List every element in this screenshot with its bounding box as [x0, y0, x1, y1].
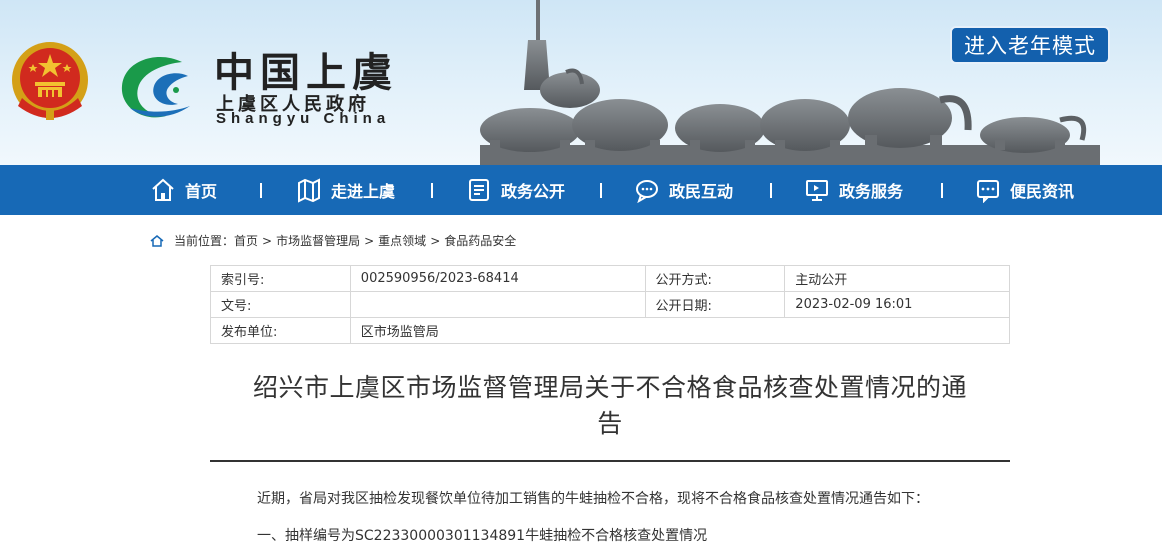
document-info-table: 索引号: 002590956/2023-68414 公开方式: 主动公开 文号:…: [210, 265, 1011, 344]
home-icon: [152, 178, 174, 201]
info-label-publish-date: 公开日期:: [644, 291, 786, 318]
nav-item-label: 政务服务: [839, 182, 904, 201]
nav-item-label: 走进上虞: [331, 182, 396, 201]
table-row: 文号: 公开日期: 2023-02-09 16:01: [210, 291, 1010, 318]
brand-english: Shangyu China: [216, 110, 391, 127]
breadcrumb-separator: >: [430, 233, 441, 248]
home-icon: [150, 234, 164, 247]
info-label-issuer: 发布单位:: [210, 317, 351, 344]
breadcrumb: 当前位置： 首页 > 市场监督管理局 > 重点领域 > 食品药品安全: [150, 232, 516, 249]
title-divider: [210, 460, 1010, 462]
nav-item-interaction[interactable]: 政民互动: [634, 165, 733, 215]
article-paragraph: 近期，省局对我区抽检发现餐饮单位待加工销售的牛蛙抽检不合格，现将不合格食品核查处…: [257, 491, 929, 507]
nav-item-label: 政务公开: [501, 182, 566, 201]
nav-item-convenience-info[interactable]: 便民资讯: [975, 165, 1074, 215]
info-value-publish-date: 2023-02-09 16:01: [784, 291, 1010, 318]
nav-item-home[interactable]: 首页: [150, 165, 217, 215]
header-banner: 中国上虞 上虞区人民政府 Shangyu China 进入老年模式: [0, 0, 1162, 165]
message-dots-icon: [977, 180, 999, 203]
map-icon: [298, 178, 320, 203]
main-nav: 首页 走进上虞 政务公开 政民互动 政务服务 便民资讯: [0, 165, 1162, 215]
nav-item-label: 政民互动: [669, 182, 734, 201]
nav-divider: [600, 183, 602, 198]
monitor-icon: [806, 180, 828, 201]
breadcrumb-prefix: 当前位置：: [174, 234, 235, 248]
national-emblem-icon: [12, 42, 88, 120]
breadcrumb-link-home[interactable]: 首页: [234, 232, 258, 249]
table-row: 发布单位: 区市场监管局: [210, 317, 1011, 344]
nav-item-about[interactable]: 走进上虞: [296, 165, 395, 215]
breadcrumb-separator: >: [262, 233, 273, 248]
breadcrumb-link-bureau[interactable]: 市场监督管理局: [276, 232, 360, 249]
info-value-index: 002590956/2023-68414: [349, 265, 646, 292]
breadcrumb-link-food-drug-safety[interactable]: 食品药品安全: [444, 232, 516, 249]
nav-divider: [431, 183, 433, 198]
nav-item-label: 便民资讯: [1010, 182, 1075, 201]
breadcrumb-link-key-areas[interactable]: 重点领域: [378, 232, 426, 249]
chat-bubble-icon: [636, 180, 658, 203]
elder-mode-button[interactable]: 进入老年模式: [950, 26, 1110, 64]
info-value-doc-number: [349, 291, 646, 318]
table-row: 索引号: 002590956/2023-68414 公开方式: 主动公开: [210, 265, 1010, 292]
nav-item-label: 首页: [185, 182, 218, 201]
shangyu-logo-icon: [121, 56, 190, 118]
nav-divider: [941, 183, 943, 198]
article-paragraph: 一、抽样编号为SC22330000301134891牛蛙抽检不合格核查处置情况: [257, 528, 708, 544]
nav-divider: [260, 183, 262, 198]
info-label-doc-number: 文号:: [210, 291, 351, 318]
article-title: 绍兴市上虞区市场监督管理局关于不合格食品核查处置情况的通 告: [230, 370, 990, 442]
article-title-line: 绍兴市上虞区市场监督管理局关于不合格食品核查处置情况的通: [252, 373, 967, 402]
article-title-line: 告: [597, 409, 623, 438]
info-label-index: 索引号:: [210, 265, 351, 292]
elephant-sculpture-image: [480, 0, 1100, 165]
nav-item-open-government[interactable]: 政务公开: [466, 165, 565, 215]
document-list-icon: [469, 179, 489, 201]
info-label-disclosure-method: 公开方式:: [644, 265, 786, 292]
info-value-disclosure-method: 主动公开: [784, 265, 1010, 292]
info-value-issuer: 区市场监管局: [349, 317, 1011, 344]
breadcrumb-separator: >: [364, 233, 375, 248]
nav-divider: [770, 183, 772, 198]
nav-item-services[interactable]: 政务服务: [804, 165, 903, 215]
